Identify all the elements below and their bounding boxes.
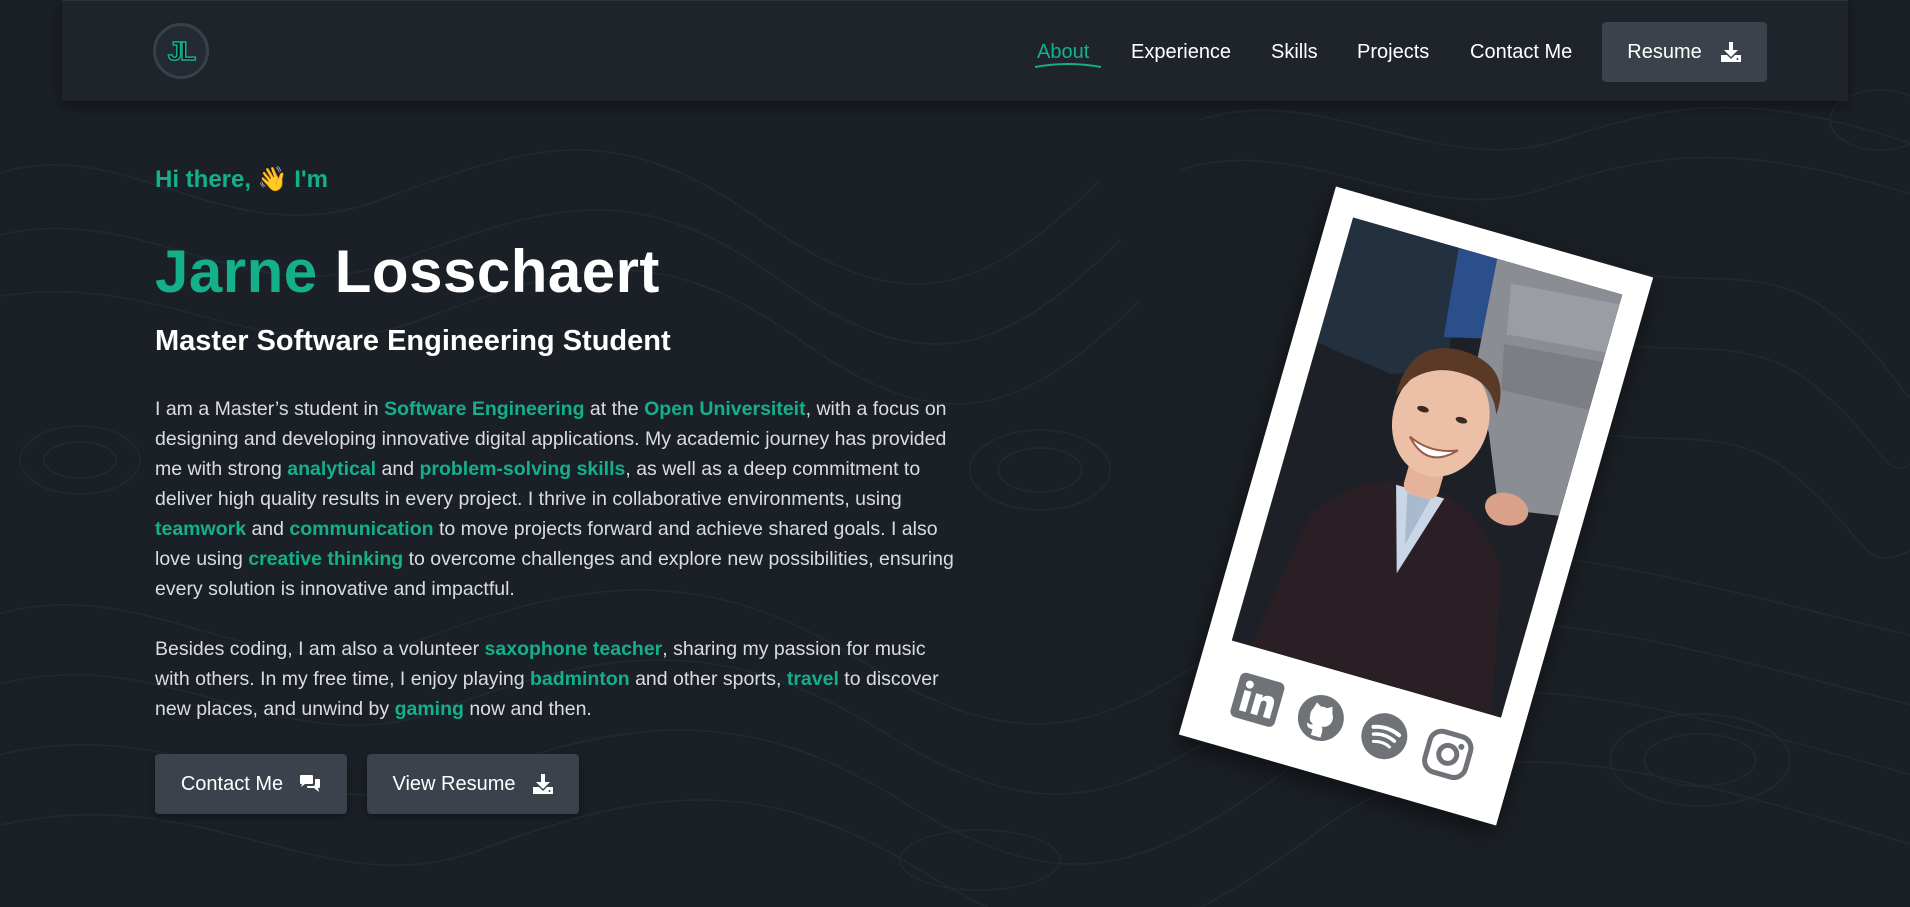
- highlight: teamwork: [155, 518, 247, 540]
- job-title: Master Software Engineering Student: [155, 325, 671, 357]
- highlight: travel: [786, 668, 839, 690]
- text: Besides coding, I am also a volunteer: [155, 638, 485, 660]
- highlight: communication: [289, 518, 434, 540]
- download-icon: [1720, 42, 1741, 62]
- nav-link-contact[interactable]: Contact Me: [1470, 41, 1572, 64]
- resume-button-label: Resume: [1627, 40, 1702, 63]
- highlight: Software Engineering: [384, 398, 585, 420]
- download-icon: [532, 774, 553, 794]
- wave-emoji: 👋: [257, 166, 288, 193]
- contact-me-button[interactable]: Contact Me: [155, 754, 347, 814]
- highlight: analytical: [287, 458, 377, 480]
- greeting-text: Hi there,: [155, 166, 252, 193]
- contact-me-label: Contact Me: [180, 772, 284, 795]
- text: and other sports,: [629, 668, 787, 690]
- logo-text: JL: [167, 35, 197, 67]
- text: and: [246, 518, 290, 540]
- text: and: [376, 458, 420, 480]
- logo[interactable]: JL: [153, 23, 209, 79]
- greeting: Hi there, 👋 I'm: [155, 165, 328, 194]
- about-paragraph-1: I am a Master’s student in Software Engi…: [155, 394, 955, 604]
- view-resume-button[interactable]: View Resume: [367, 754, 579, 814]
- greeting-im: I'm: [294, 166, 328, 193]
- highlight: problem-solving skills: [419, 458, 626, 480]
- nav-link-skills[interactable]: Skills: [1271, 41, 1318, 64]
- highlight: badminton: [530, 668, 630, 690]
- last-name: Losschaert: [334, 238, 660, 305]
- text: I am a Master’s student in: [155, 398, 385, 420]
- highlight: Open Universiteit: [644, 398, 806, 420]
- about-paragraph-2: Besides coding, I am also a volunteer sa…: [155, 634, 955, 724]
- first-name: Jarne: [155, 238, 318, 305]
- resume-button[interactable]: Resume: [1602, 22, 1767, 82]
- spotify-icon[interactable]: [1352, 704, 1416, 768]
- full-name: Jarne Losschaert: [155, 237, 660, 306]
- nav-link-projects[interactable]: Projects: [1357, 41, 1429, 64]
- linkedin-icon[interactable]: [1225, 668, 1289, 732]
- navbar: JL About Experience Skills Projects Cont…: [62, 0, 1848, 101]
- active-underline: [1034, 63, 1102, 68]
- highlight: creative thinking: [248, 548, 404, 570]
- highlight: saxophone teacher: [484, 638, 663, 660]
- highlight: gaming: [394, 698, 464, 720]
- view-resume-label: View Resume: [392, 772, 516, 795]
- text: now and then.: [463, 698, 592, 720]
- instagram-icon[interactable]: [1416, 722, 1480, 786]
- github-icon[interactable]: [1289, 686, 1353, 750]
- chat-bubbles-icon: [300, 775, 321, 792]
- nav-link-experience[interactable]: Experience: [1131, 41, 1231, 64]
- text: at the: [584, 398, 645, 420]
